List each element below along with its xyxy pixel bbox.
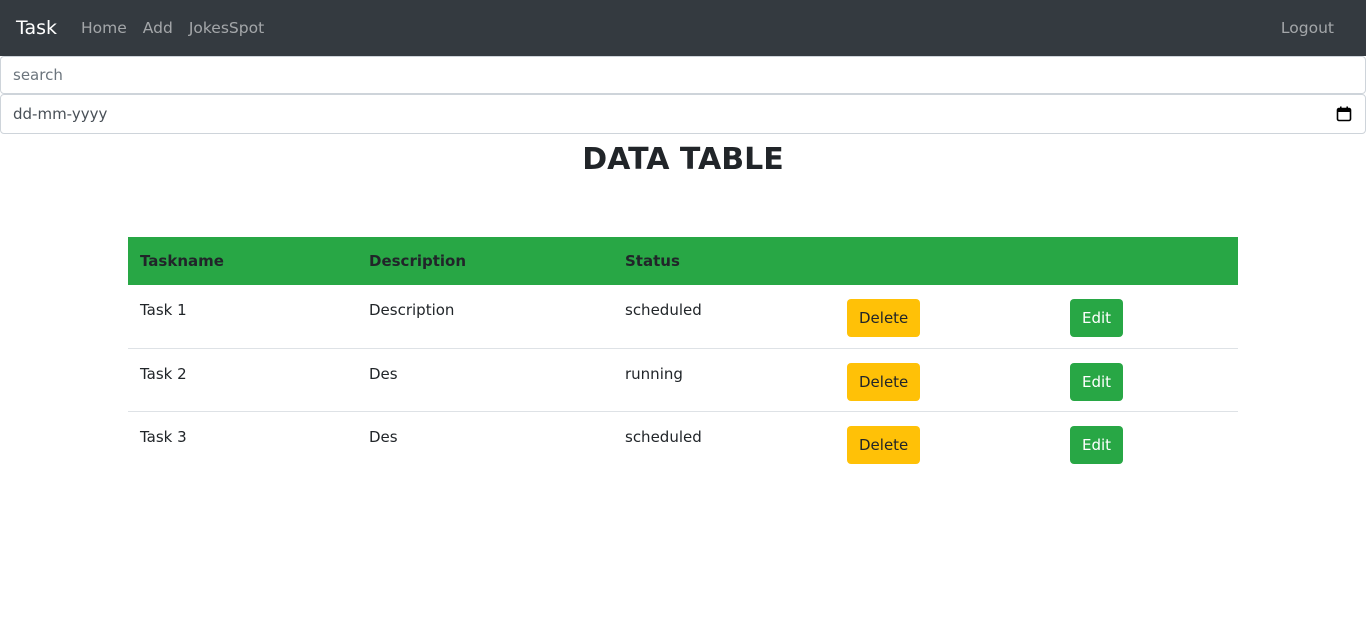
column-header-delete [835, 237, 1058, 285]
edit-button[interactable]: Edit [1070, 299, 1124, 337]
nav-link-home[interactable]: Home [73, 19, 135, 37]
cell-description: Des [369, 364, 398, 383]
date-placeholder: dd-mm-yyyy [13, 105, 108, 123]
column-header-taskname: Taskname [140, 252, 224, 270]
brand-link[interactable]: Task [16, 17, 57, 39]
cell-status: running [625, 364, 683, 383]
data-table-container: Taskname Description Status Task 1 Descr… [128, 237, 1238, 474]
table-row: Task 3 Des scheduled Delete Edit [128, 411, 1238, 474]
page-title: DATA TABLE [582, 142, 784, 177]
cell-description: Description [369, 301, 455, 319]
nav-links: Home Add JokesSpot [73, 19, 272, 37]
calendar-icon[interactable] [1335, 105, 1353, 123]
cell-taskname: Task 3 [140, 427, 187, 446]
delete-button[interactable]: Delete [847, 425, 921, 464]
table-row: Task 2 Des running Delete Edit [128, 348, 1238, 411]
nav-link-add[interactable]: Add [135, 19, 181, 37]
cell-description: Des [369, 427, 398, 446]
cell-taskname: Task 1 [140, 301, 187, 319]
search-input[interactable] [0, 56, 1366, 94]
data-table: Taskname Description Status Task 1 Descr… [128, 237, 1238, 474]
date-input[interactable]: dd-mm-yyyy [0, 94, 1366, 134]
table-header-row: Taskname Description Status [128, 237, 1238, 285]
column-header-edit [1058, 237, 1238, 285]
table-row: Task 1 Description scheduled Delete Edit [128, 285, 1238, 348]
cell-taskname: Task 2 [140, 364, 187, 383]
top-navbar: Task Home Add JokesSpot Logout [0, 0, 1366, 56]
cell-status: scheduled [625, 427, 702, 446]
cell-status: scheduled [625, 301, 702, 319]
edit-button[interactable]: Edit [1070, 425, 1124, 464]
delete-button[interactable]: Delete [847, 299, 921, 337]
column-header-status: Status [625, 252, 680, 270]
column-header-description: Description [369, 252, 467, 270]
delete-button[interactable]: Delete [847, 362, 921, 401]
nav-link-jokesspot[interactable]: JokesSpot [181, 19, 272, 37]
logout-link[interactable]: Logout [1273, 19, 1342, 37]
edit-button[interactable]: Edit [1070, 362, 1124, 401]
